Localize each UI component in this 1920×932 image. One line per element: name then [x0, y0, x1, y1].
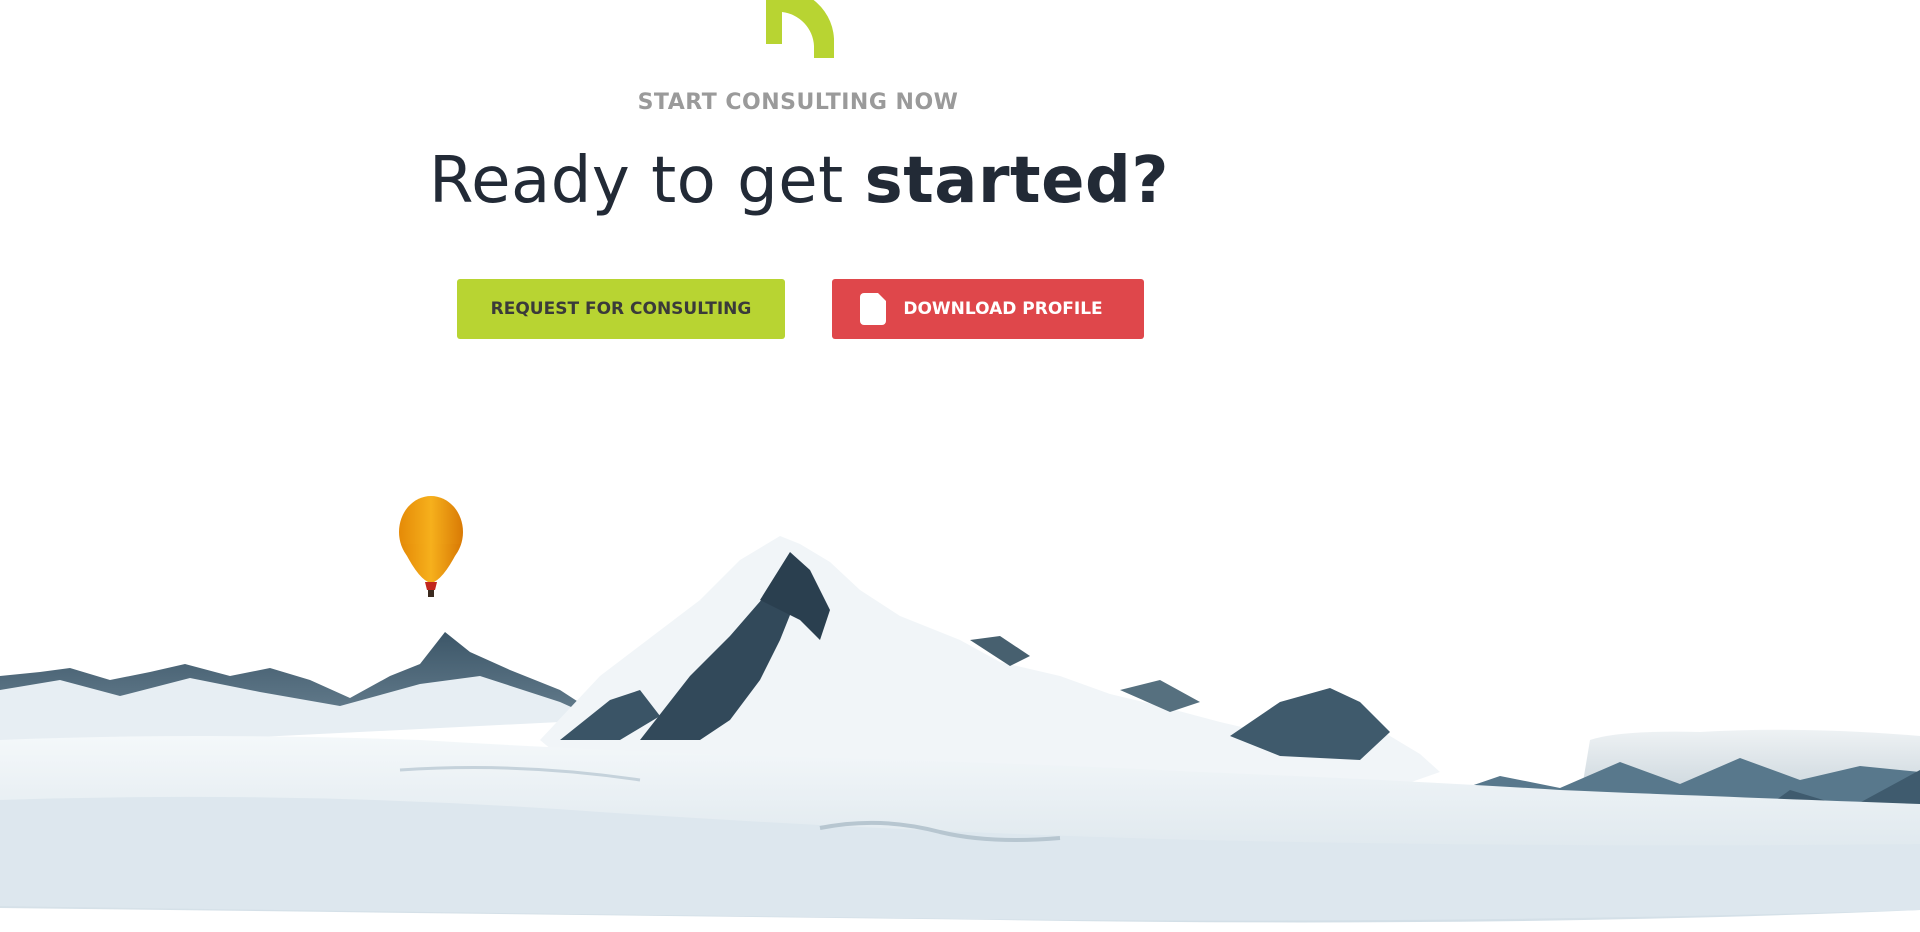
mountain-illustration [0, 496, 1920, 923]
download-profile-label: DOWNLOAD PROFILE [903, 299, 1103, 319]
page-headline: Ready to get started? [0, 140, 1598, 222]
request-consulting-button[interactable]: REQUEST FOR CONSULTING [457, 279, 785, 339]
hot-air-balloon-icon [399, 496, 463, 597]
headline-regular: Ready to get [429, 144, 865, 218]
request-consulting-label: REQUEST FOR CONSULTING [490, 299, 752, 319]
logo-arc-icon [766, 0, 834, 58]
file-icon [860, 293, 886, 325]
kicker-text: START CONSULTING NOW [637, 90, 959, 115]
download-profile-button[interactable]: DOWNLOAD PROFILE [832, 279, 1144, 339]
headline-bold: started? [864, 144, 1169, 218]
